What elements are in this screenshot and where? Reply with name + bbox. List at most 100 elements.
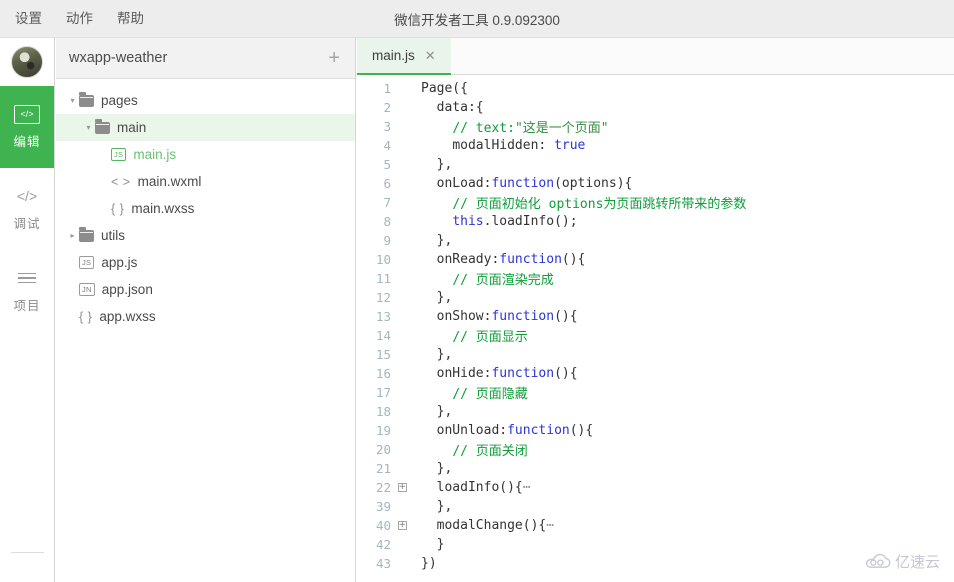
rail-item-编辑[interactable]: </>编辑	[0, 86, 54, 168]
code-token: onLoad:	[437, 176, 492, 191]
code-line: 14 // 页面显示	[357, 326, 954, 345]
line-number: 20	[357, 442, 391, 457]
tree-item-main.wxss[interactable]: ▾{ }main.wxss	[56, 195, 355, 222]
code-token: Page({	[421, 81, 468, 96]
tree-item-app.js[interactable]: ▾JSapp.js	[56, 249, 355, 276]
tree-item-label: app.js	[101, 255, 137, 270]
code-text: // text:"这是一个页面"	[413, 117, 954, 136]
code-line: 3 // text:"这是一个页面"	[357, 117, 954, 136]
menu-help[interactable]: 帮助	[116, 10, 145, 28]
file-tree: ▾pages▾main▾JSmain.js▾< >main.wxml▾{ }ma…	[56, 79, 355, 330]
js-file-icon: JS	[111, 148, 126, 162]
code-token: data:{	[437, 100, 484, 115]
fold-expand-icon[interactable]: +	[398, 521, 407, 530]
line-number: 43	[357, 556, 391, 571]
app-window: 设置动作帮助 微信开发者工具 0.9.092300 </>编辑</>调试项目 w…	[0, 0, 954, 582]
code-text: data:{	[413, 100, 954, 115]
code-line: 6 onLoad:function(options){	[357, 174, 954, 193]
tree-item-main.wxml[interactable]: ▾< >main.wxml	[56, 168, 355, 195]
wxml-file-icon: < >	[111, 175, 131, 189]
code-token: "这是一个页面"	[515, 121, 609, 136]
code-text: },	[413, 233, 954, 248]
menu-actions[interactable]: 动作	[65, 10, 94, 28]
line-number: 15	[357, 347, 391, 362]
code-token: loadInfo(){	[437, 480, 523, 495]
close-icon[interactable]: ✕	[423, 48, 438, 63]
code-line: 12 },	[357, 288, 954, 307]
code-content[interactable]: 1Page({2 data:{3 // text:"这是一个页面"4 modal…	[357, 75, 954, 582]
tree-item-main[interactable]: ▾ main	[56, 114, 355, 141]
tree-item-main.js[interactable]: ▾JSmain.js	[56, 141, 355, 168]
code-text: loadInfo(){⋯	[413, 480, 954, 495]
code-token: },	[437, 347, 453, 362]
watermark: 亿速云	[865, 551, 940, 572]
code-text: }	[413, 537, 954, 552]
avatar[interactable]	[11, 46, 43, 78]
cloud-logo-icon	[865, 554, 891, 569]
code-line: 9 },	[357, 231, 954, 250]
code-line: 20 // 页面关闭	[357, 440, 954, 459]
code-token: // 页面渲染完成	[452, 273, 553, 288]
line-number: 8	[357, 214, 391, 229]
tree-item-pages[interactable]: ▾pages	[56, 87, 355, 114]
json-file-icon: JN	[79, 283, 95, 297]
fold-expand-icon[interactable]: +	[398, 483, 407, 492]
code-token: true	[554, 138, 585, 153]
code-line: 16 onHide:function(){	[357, 364, 954, 383]
code-token: // 页面关闭	[452, 444, 527, 459]
line-number: 3	[357, 119, 391, 134]
editor-tab-main.js[interactable]: main.js✕	[357, 38, 451, 75]
code-text: onUnload:function(){	[413, 423, 954, 438]
rail-item-调试[interactable]: </>调试	[0, 168, 54, 250]
line-number: 7	[357, 195, 391, 210]
code-token: this	[452, 214, 483, 229]
code-line: 7 // 页面初始化 options为页面跳转所带来的参数	[357, 193, 954, 212]
tree-item-app.wxss[interactable]: ▾{ }app.wxss	[56, 303, 355, 330]
fold-gutter[interactable]: +	[391, 521, 413, 530]
line-number: 2	[357, 100, 391, 115]
code-text: onReady:function(){	[413, 252, 954, 267]
lines-icon	[14, 268, 40, 288]
code-text: },	[413, 290, 954, 305]
line-number: 22	[357, 480, 391, 495]
code-token: onHide:	[437, 366, 492, 381]
folder-icon	[79, 95, 94, 107]
js-file-icon: JS	[79, 256, 94, 270]
file-panel: wxapp-weather + ▾pages▾main▾JSmain.js▾< …	[56, 38, 356, 582]
code-token: })	[421, 556, 437, 571]
fold-gutter[interactable]: +	[391, 483, 413, 492]
activity-rail: </>编辑</>调试项目	[0, 38, 55, 582]
rail-divider	[11, 552, 44, 553]
rail-item-项目[interactable]: 项目	[0, 250, 54, 332]
title-bar: 设置动作帮助 微信开发者工具 0.9.092300	[0, 0, 954, 38]
add-file-icon[interactable]: +	[325, 48, 343, 68]
tree-item-label: main.wxss	[131, 201, 194, 216]
tree-item-app.json[interactable]: ▾JNapp.json	[56, 276, 355, 303]
code-text: },	[413, 461, 954, 476]
code-line: 2 data:{	[357, 98, 954, 117]
menu-settings[interactable]: 设置	[14, 10, 43, 28]
tree-item-label: main	[117, 120, 146, 135]
rail-item-label: 编辑	[13, 131, 40, 150]
code-token: function	[507, 423, 570, 438]
code-text: // 页面隐藏	[413, 383, 954, 402]
line-number: 40	[357, 518, 391, 533]
code-line: 40+ modalChange(){⋯	[357, 516, 954, 535]
code-token: },	[437, 290, 453, 305]
tree-caret-icon[interactable]: ▾	[82, 123, 95, 132]
tree-caret-icon[interactable]: ▾	[66, 96, 79, 105]
line-number: 9	[357, 233, 391, 248]
code-text: onHide:function(){	[413, 366, 954, 381]
tree-item-utils[interactable]: ▸utils	[56, 222, 355, 249]
line-number: 17	[357, 385, 391, 400]
project-name: wxapp-weather	[69, 50, 167, 66]
code-text: // 页面初始化 options为页面跳转所带来的参数	[413, 193, 954, 212]
code-line: 19 onUnload:function(){	[357, 421, 954, 440]
menu-bar: 设置 动作 帮助	[0, 10, 145, 28]
code-token: // 页面隐藏	[452, 387, 527, 402]
line-number: 13	[357, 309, 391, 324]
avatar-container[interactable]	[0, 38, 54, 86]
code-line: 1Page({	[357, 79, 954, 98]
tree-caret-icon[interactable]: ▸	[66, 231, 79, 240]
line-number: 6	[357, 176, 391, 191]
